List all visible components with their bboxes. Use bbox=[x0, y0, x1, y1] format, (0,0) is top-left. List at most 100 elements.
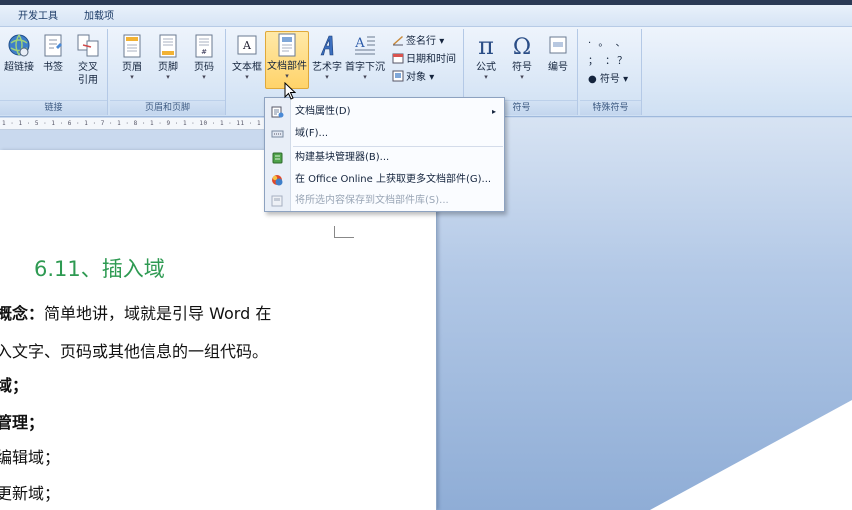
wordart-arrow: ▾ bbox=[325, 73, 329, 81]
textbox-button[interactable]: A 文本框 ▾ bbox=[230, 33, 264, 81]
special-row2[interactable]: ； ：？ bbox=[588, 53, 629, 71]
omega-icon: Ω bbox=[513, 35, 531, 59]
special-symbol-label: 符号 bbox=[599, 74, 620, 85]
doc-line-5: 编辑域； bbox=[0, 448, 61, 467]
symbol-button[interactable]: Ω 符号 ▾ bbox=[504, 33, 540, 81]
special-row1[interactable]: · 。 、 bbox=[588, 35, 628, 53]
drop-cap-button[interactable]: A 首字下沉 ▾ bbox=[344, 33, 386, 81]
cross-reference-label-2: 引用 bbox=[78, 75, 98, 86]
object-arrow: ▾ bbox=[429, 72, 435, 83]
drop-cap-icon: A bbox=[354, 36, 375, 55]
svg-text:π: π bbox=[478, 33, 494, 59]
group-links: 超链接 书签 交叉 引用 链接 bbox=[0, 29, 108, 115]
ribbon-tab-row: 开发工具 加载项 bbox=[0, 5, 852, 27]
quick-parts-button[interactable]: 文档部件 ▾ bbox=[265, 31, 309, 89]
svg-text:Ω: Ω bbox=[513, 35, 531, 59]
numbering-icon bbox=[549, 36, 567, 54]
bookmark-button[interactable]: 书签 bbox=[38, 33, 68, 74]
date-time-label: 日期和时间 bbox=[406, 54, 456, 65]
bookmark-icon bbox=[44, 34, 62, 57]
building-blocks-icon bbox=[272, 152, 283, 164]
cross-reference-button[interactable]: 交叉 引用 bbox=[72, 33, 104, 87]
object-label: 对象 bbox=[406, 72, 426, 83]
tab-developer[interactable]: 开发工具 bbox=[18, 8, 58, 26]
page-number-button[interactable]: # 页码 ▾ bbox=[188, 33, 220, 81]
wordart-icon bbox=[320, 35, 334, 56]
menu-item-save-selection[interactable]: 将所选内容保存到文档部件库(S)... bbox=[265, 190, 504, 212]
hyperlink-button[interactable]: 超链接 bbox=[2, 33, 36, 74]
cross-reference-label-1: 交叉 bbox=[78, 62, 98, 73]
object-icon bbox=[392, 70, 404, 82]
document-properties-icon bbox=[271, 106, 284, 118]
page-number-arrow: ▾ bbox=[202, 73, 206, 81]
footer-button[interactable]: 页脚 ▾ bbox=[152, 33, 184, 81]
header-page-icon bbox=[123, 34, 141, 58]
doc-line-1: 概念：简单地讲，域就是引导 Word 在 bbox=[0, 300, 271, 324]
group-special-symbols-label: 特殊符号 bbox=[580, 100, 641, 115]
header-arrow: ▾ bbox=[130, 73, 134, 81]
menu-item-doc-properties-label: 文档属性(D) bbox=[295, 106, 351, 117]
horizontal-ruler[interactable]: 1 · 1 · 5 · 1 · 6 · 1 · 7 · 1 · 8 · 1 · … bbox=[0, 118, 280, 130]
bookmark-label: 书签 bbox=[43, 62, 63, 73]
doc-line-2: 入文字、页码或其他信息的一组代码。 bbox=[0, 342, 269, 361]
quick-parts-arrow: ▾ bbox=[285, 72, 289, 80]
header-button[interactable]: 页眉 ▾ bbox=[116, 33, 148, 81]
office-online-icon bbox=[272, 175, 283, 186]
save-to-gallery-icon bbox=[271, 195, 283, 207]
wordart-button[interactable]: 艺术字 ▾ bbox=[310, 33, 344, 81]
menu-item-building-blocks-label: 构建基块管理器(B)... bbox=[295, 152, 390, 163]
quick-parts-menu: 文档属性(D) ▸ 域(F)... 构建基块管理器(B)... 在 Office… bbox=[264, 97, 505, 212]
page-corner-mark bbox=[334, 226, 354, 238]
signature-icon bbox=[393, 36, 403, 46]
menu-item-field[interactable]: 域(F)... bbox=[265, 123, 504, 145]
special-symbol-button[interactable]: ● 符号 ▾ bbox=[588, 71, 628, 89]
doc-line-1-text: 简单地讲，域就是引导 Word 在 bbox=[44, 304, 272, 323]
equation-arrow: ▾ bbox=[484, 73, 488, 81]
footer-arrow: ▾ bbox=[166, 73, 170, 81]
equation-button[interactable]: π 公式 ▾ bbox=[468, 33, 504, 81]
group-header-footer: 页眉 ▾ 页脚 ▾ # 页码 ▾ 页眉和页脚 bbox=[110, 29, 226, 115]
cross-reference-icon bbox=[77, 34, 99, 57]
menu-item-doc-properties[interactable]: 文档属性(D) ▸ bbox=[265, 101, 504, 123]
svg-text:A: A bbox=[354, 36, 365, 51]
page-number-icon: # bbox=[195, 34, 213, 58]
menu-item-field-label: 域(F)... bbox=[295, 128, 329, 139]
group-links-label: 链接 bbox=[0, 100, 107, 115]
signature-line-label: 签名行 bbox=[406, 36, 436, 47]
signature-line-arrow: ▾ bbox=[439, 36, 445, 47]
menu-item-office-online[interactable]: 在 Office Online 上获取更多文档部件(G)... bbox=[265, 169, 504, 191]
doc-line-6: 更新域； bbox=[0, 484, 61, 503]
number-label: 编号 bbox=[548, 62, 568, 73]
doc-line-3: 域； bbox=[0, 376, 29, 395]
menu-item-building-blocks[interactable]: 构建基块管理器(B)... bbox=[265, 147, 504, 169]
doc-line-1-bold: 概念： bbox=[0, 304, 45, 323]
doc-heading: 6.11、插入域 bbox=[34, 257, 165, 281]
pi-icon: π bbox=[478, 33, 494, 59]
special-symbol-arrow: ▾ bbox=[623, 74, 629, 85]
group-special-symbols: · 。 、 ； ：？ ● 符号 ▾ 特殊符号 bbox=[580, 29, 642, 115]
textbox-arrow: ▾ bbox=[245, 73, 249, 81]
globe-link-icon bbox=[8, 34, 30, 57]
quick-parts-icon bbox=[278, 33, 296, 57]
group-header-footer-label: 页眉和页脚 bbox=[110, 100, 225, 115]
svg-text:A: A bbox=[242, 39, 252, 52]
footer-page-icon bbox=[159, 34, 177, 58]
object-button[interactable]: 对象 ▾ bbox=[392, 69, 434, 87]
menu-item-office-online-label: 在 Office Online 上获取更多文档部件(G)... bbox=[295, 174, 492, 185]
tab-addins[interactable]: 加载项 bbox=[84, 8, 114, 26]
textbox-icon: A bbox=[237, 35, 257, 55]
menu-item-save-selection-label: 将所选内容保存到文档部件库(S)... bbox=[295, 195, 449, 206]
submenu-arrow-icon: ▸ bbox=[491, 107, 496, 116]
signature-line-button[interactable]: 签名行 ▾ bbox=[392, 33, 444, 51]
date-time-button[interactable]: 日期和时间 bbox=[392, 51, 456, 69]
number-button[interactable]: 编号 bbox=[540, 33, 576, 74]
hyperlink-label: 超链接 bbox=[4, 62, 34, 73]
mouse-cursor-icon bbox=[284, 82, 296, 100]
svg-text:#: # bbox=[201, 48, 207, 56]
field-icon bbox=[271, 130, 284, 138]
drop-cap-arrow: ▾ bbox=[363, 73, 367, 81]
calendar-icon bbox=[392, 53, 404, 64]
bullet-icon: ● bbox=[588, 74, 597, 85]
symbol-arrow: ▾ bbox=[520, 73, 524, 81]
doc-line-4: 管理； bbox=[0, 413, 45, 432]
